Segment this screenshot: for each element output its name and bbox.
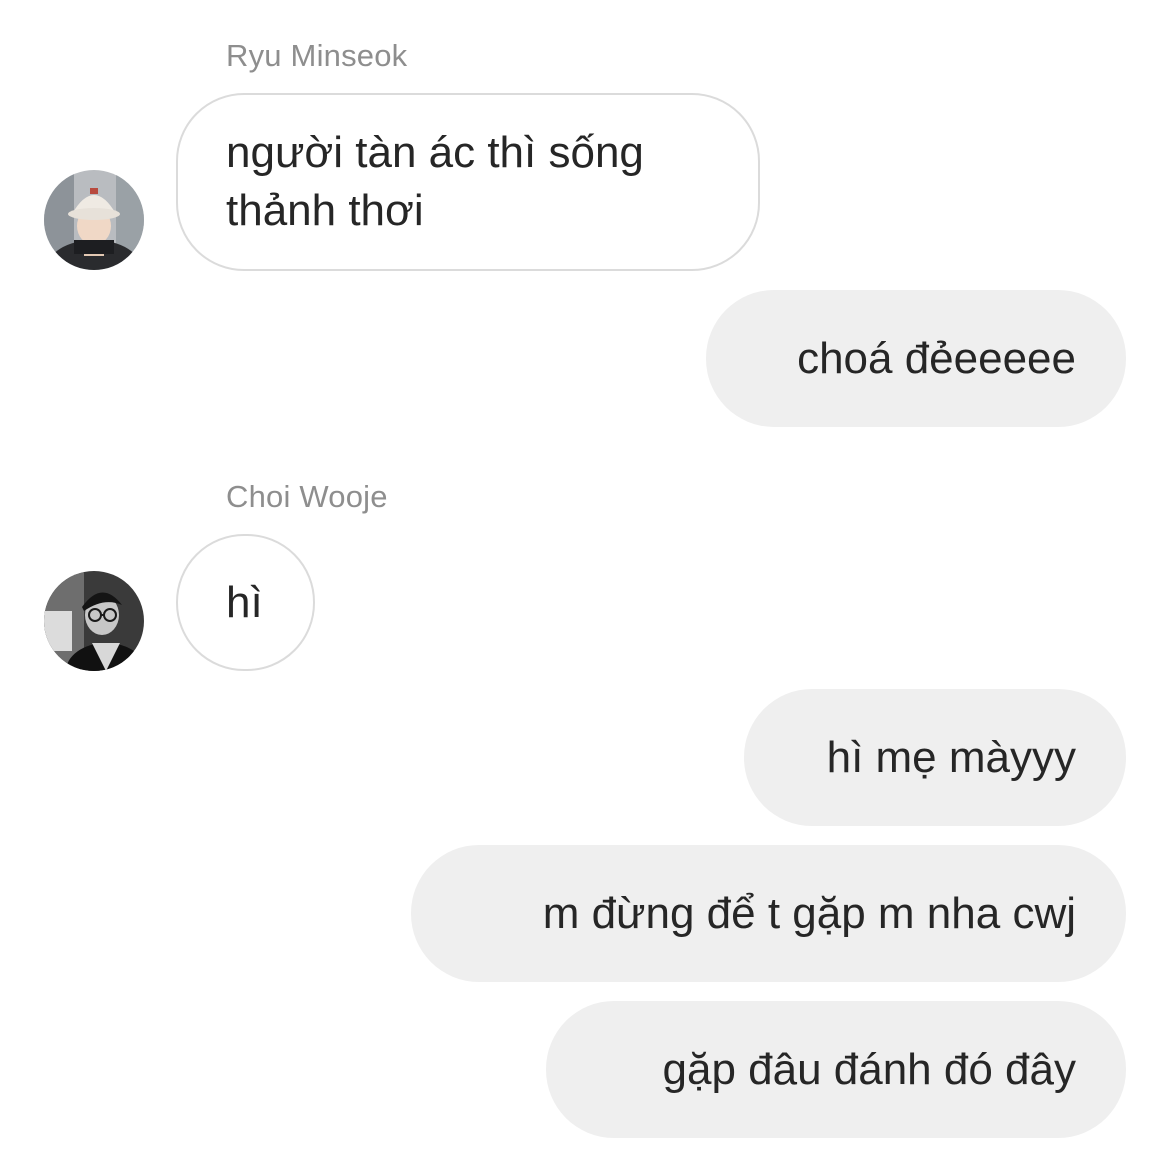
message-text: gặp đâu đánh đó đây	[662, 1044, 1077, 1094]
message-bubble-outgoing[interactable]: gặp đâu đánh đó đây	[546, 1001, 1126, 1138]
message-bubble-incoming[interactable]: hì	[176, 534, 315, 671]
message-bubble-incoming[interactable]: người tàn ác thì sống thảnh thơi	[176, 93, 760, 271]
message-text: hì mẹ màyyy	[826, 732, 1076, 782]
message-text: hì	[226, 577, 263, 627]
message-bubble-outgoing[interactable]: hì mẹ màyyy	[744, 689, 1126, 826]
sender-name-ryu-minseok: Ryu Minseok	[226, 38, 408, 73]
avatar-choi-wooje[interactable]	[44, 571, 144, 671]
message-text: người tàn ác thì sống thảnh thơi	[226, 128, 644, 235]
message-bubble-outgoing[interactable]: m đừng để t gặp m nha cwj	[411, 845, 1126, 982]
message-text: choá đẻeeeee	[797, 333, 1076, 383]
avatar-ryu-minseok[interactable]	[44, 170, 144, 270]
user-avatar-photo-hat-icon	[44, 170, 144, 270]
sender-name-choi-wooje: Choi Wooje	[226, 479, 388, 514]
message-bubble-outgoing[interactable]: choá đẻeeeee	[706, 290, 1126, 427]
user-avatar-photo-glasses-icon	[44, 571, 144, 671]
message-text: m đừng để t gặp m nha cwj	[542, 888, 1076, 938]
